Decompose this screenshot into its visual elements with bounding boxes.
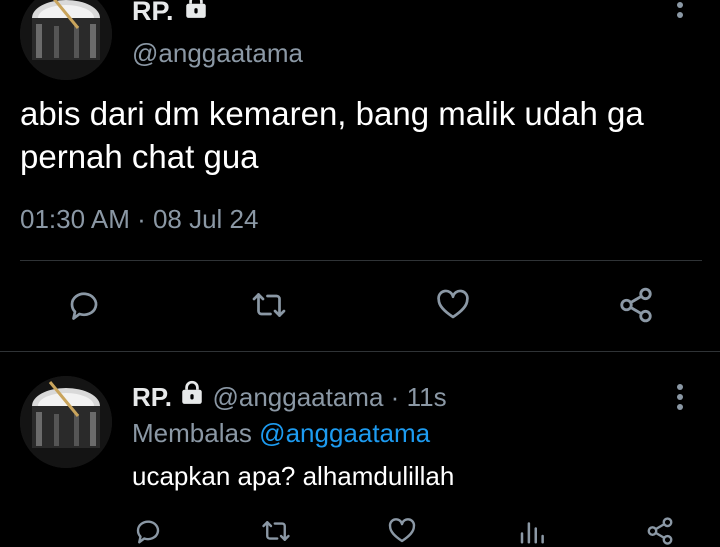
separator: · [390, 382, 400, 412]
more-options-icon[interactable] [670, 0, 690, 22]
like-icon[interactable] [384, 514, 420, 547]
reply-icon[interactable] [130, 514, 166, 547]
reply-header: RP. @anggaatama · 11s [132, 380, 447, 413]
reply-icon[interactable] [62, 285, 106, 325]
share-icon[interactable] [642, 514, 678, 547]
display-name[interactable]: RP. [132, 382, 172, 412]
more-options-icon[interactable] [670, 384, 690, 414]
replying-prefix: Membalas [132, 418, 252, 448]
reply-text: ucapkan apa? alhamdulillah [132, 461, 455, 491]
like-icon[interactable] [431, 285, 475, 325]
divider [20, 260, 702, 261]
retweet-icon[interactable] [245, 285, 293, 325]
avatar[interactable] [20, 376, 112, 468]
display-name[interactable]: RP. [132, 0, 209, 27]
tweet-timestamp[interactable]: 01:30 AM · 08 Jul 24 [20, 204, 258, 235]
lock-icon [182, 380, 202, 404]
views-icon[interactable] [514, 514, 550, 547]
divider [0, 351, 720, 352]
share-icon[interactable] [614, 285, 658, 325]
lock-icon [186, 0, 206, 18]
avatar[interactable] [20, 0, 112, 80]
tweet-text: abis dari dm kemaren, bang malik udah ga… [20, 95, 644, 175]
time-ago[interactable]: 11s [407, 382, 447, 412]
mention-link[interactable]: @anggaatama [259, 418, 430, 448]
handle[interactable]: @anggaatama [132, 38, 303, 69]
replying-to: Membalas @anggaatama [132, 418, 430, 449]
retweet-icon[interactable] [256, 514, 296, 547]
handle[interactable]: @anggaatama [212, 382, 383, 412]
